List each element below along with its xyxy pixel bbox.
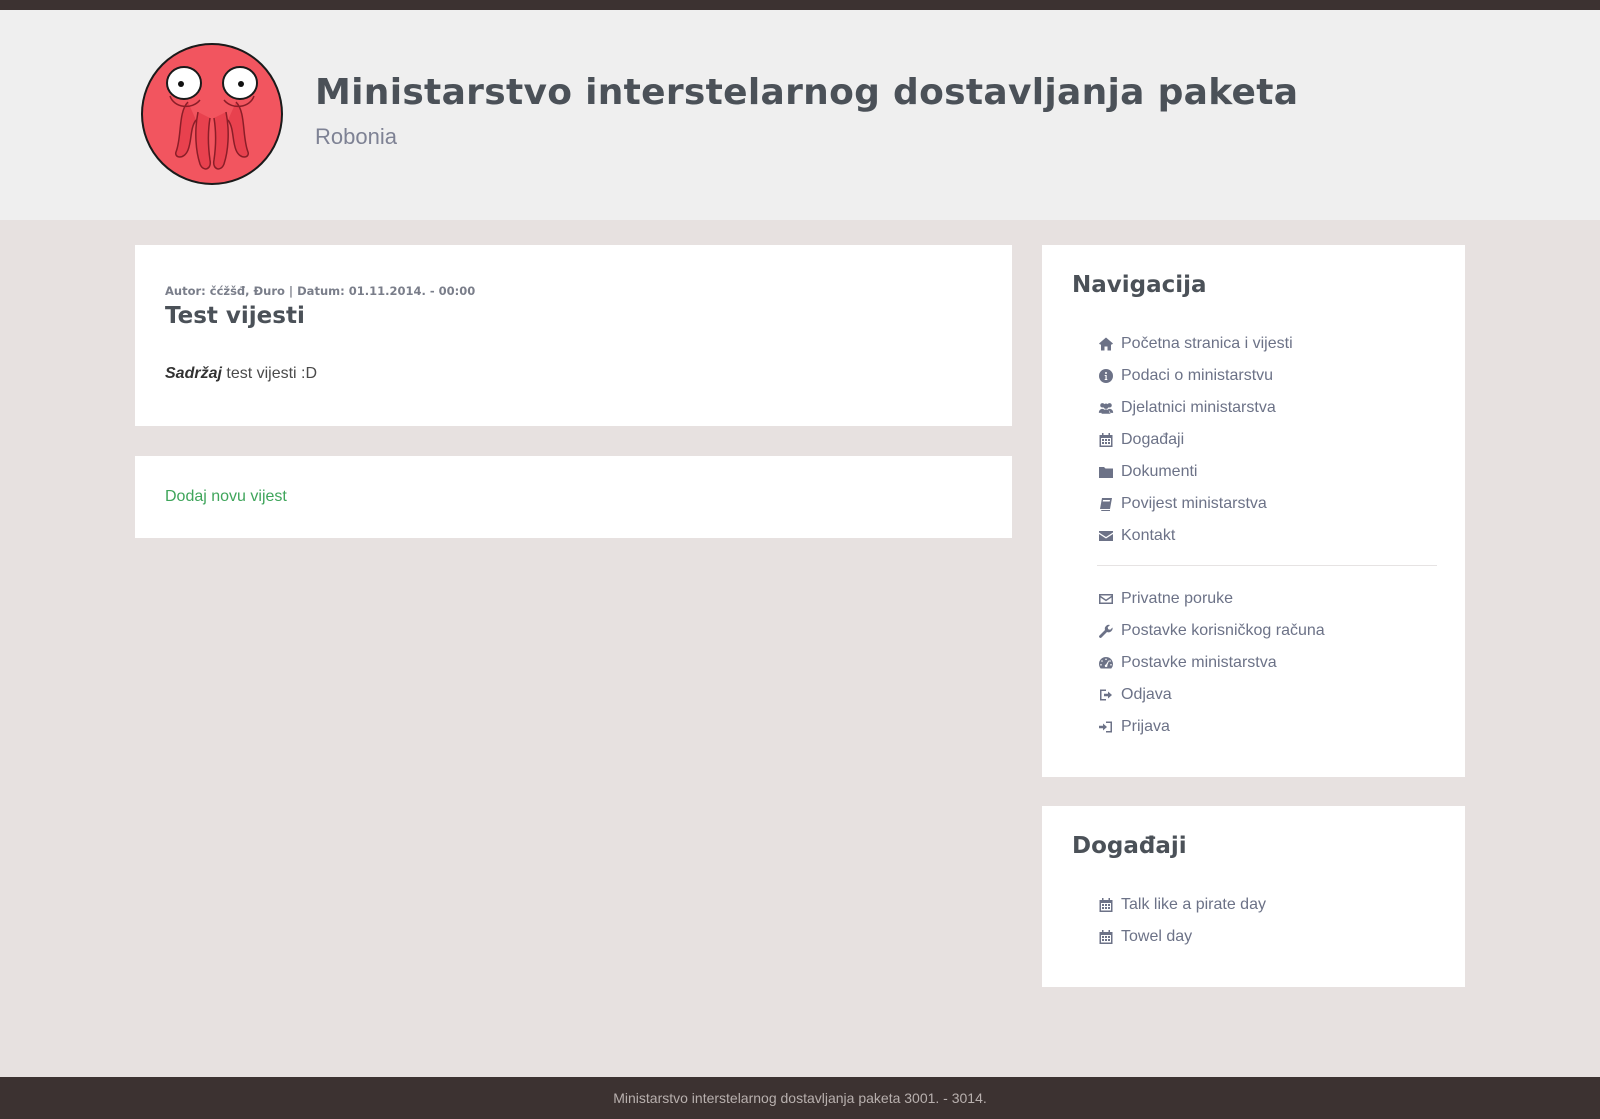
event-item[interactable]: Talk like a pirate day [1097, 889, 1266, 921]
event-item-label: Talk like a pirate day [1121, 896, 1266, 913]
event-item[interactable]: Towel day [1097, 921, 1266, 953]
site-subtitle: Robonia [315, 124, 397, 149]
nav-item-account-settings[interactable]: Postavke korisničkog računa [1097, 615, 1325, 647]
folder-icon [1097, 463, 1115, 481]
dashboard-icon [1097, 654, 1115, 672]
book-icon [1097, 495, 1115, 513]
nav-item-label: Odjava [1121, 686, 1172, 703]
users-icon [1097, 399, 1115, 417]
sign-out-icon [1097, 686, 1115, 704]
news-content: Sadržaj test vijesti :D [165, 365, 317, 383]
octopus-alien-logo-icon [141, 43, 283, 185]
home-icon [1097, 335, 1115, 353]
nav-item-ministry-settings[interactable]: Postavke ministarstva [1097, 647, 1325, 679]
nav-item-label: Djelatnici ministarstva [1121, 399, 1276, 416]
navigation-panel: Navigacija Početna stranica i vijesti Po… [1042, 245, 1465, 777]
nav-item-login[interactable]: Prijava [1097, 711, 1325, 743]
nav-item-label: Prijava [1121, 718, 1170, 735]
info-circle-icon [1097, 367, 1115, 385]
envelope-icon [1097, 527, 1115, 545]
calendar-icon [1097, 431, 1115, 449]
sign-in-icon [1097, 718, 1115, 736]
nav-item-staff[interactable]: Djelatnici ministarstva [1097, 392, 1293, 424]
news-content-label: Sadržaj [165, 365, 222, 382]
navigation-user-menu: Privatne poruke Postavke korisničkog rač… [1097, 583, 1325, 743]
add-news-link[interactable]: Dodaj novu vijest [165, 488, 287, 506]
nav-item-label: Povijest ministarstva [1121, 495, 1267, 512]
calendar-icon [1097, 928, 1115, 946]
footer-text: Ministarstvo interstelarnog dostavljanja… [613, 1090, 987, 1106]
news-content-text: test vijesti :D [221, 365, 318, 382]
news-title[interactable]: Test vijesti [165, 303, 305, 329]
nav-item-private-messages[interactable]: Privatne poruke [1097, 583, 1325, 615]
calendar-icon [1097, 896, 1115, 914]
site-title: Ministarstvo interstelarnog dostavljanja… [315, 72, 1299, 113]
nav-item-about[interactable]: Podaci o ministarstvu [1097, 360, 1293, 392]
nav-item-label: Dokumenti [1121, 463, 1198, 480]
nav-item-home[interactable]: Početna stranica i vijesti [1097, 328, 1293, 360]
nav-item-label: Događaji [1121, 431, 1185, 448]
wrench-icon [1097, 622, 1115, 640]
site-footer: Ministarstvo interstelarnog dostavljanja… [0, 1077, 1600, 1119]
event-item-label: Towel day [1121, 928, 1193, 945]
top-bar [0, 0, 1600, 10]
events-panel: Događaji Talk like a pirate day Towel da… [1042, 806, 1465, 987]
nav-item-label: Početna stranica i vijesti [1121, 335, 1293, 352]
nav-item-label: Kontakt [1121, 527, 1176, 544]
add-news-panel: Dodaj novu vijest [135, 456, 1012, 538]
nav-item-documents[interactable]: Dokumenti [1097, 456, 1293, 488]
nav-item-label: Postavke korisničkog računa [1121, 622, 1325, 639]
events-list: Talk like a pirate day Towel day [1097, 889, 1266, 953]
nav-item-label: Podaci o ministarstvu [1121, 367, 1274, 384]
nav-item-label: Privatne poruke [1121, 590, 1234, 607]
news-meta: Autor: čćžšđ, Đuro | Datum: 01.11.2014. … [165, 284, 476, 298]
nav-item-logout[interactable]: Odjava [1097, 679, 1325, 711]
site-header: Ministarstvo interstelarnog dostavljanja… [0, 10, 1600, 220]
events-heading: Događaji [1072, 833, 1187, 859]
nav-item-contact[interactable]: Kontakt [1097, 520, 1293, 552]
nav-item-events[interactable]: Događaji [1097, 424, 1293, 456]
navigation-divider [1097, 565, 1437, 566]
navigation-heading: Navigacija [1072, 272, 1207, 298]
nav-item-history[interactable]: Povijest ministarstva [1097, 488, 1293, 520]
navigation-main-menu: Početna stranica i vijesti Podaci o mini… [1097, 328, 1293, 552]
nav-item-label: Postavke ministarstva [1121, 654, 1277, 671]
envelope-outline-icon [1097, 590, 1115, 608]
news-article-panel: Autor: čćžšđ, Đuro | Datum: 01.11.2014. … [135, 245, 1012, 426]
site-logo[interactable] [140, 42, 284, 186]
